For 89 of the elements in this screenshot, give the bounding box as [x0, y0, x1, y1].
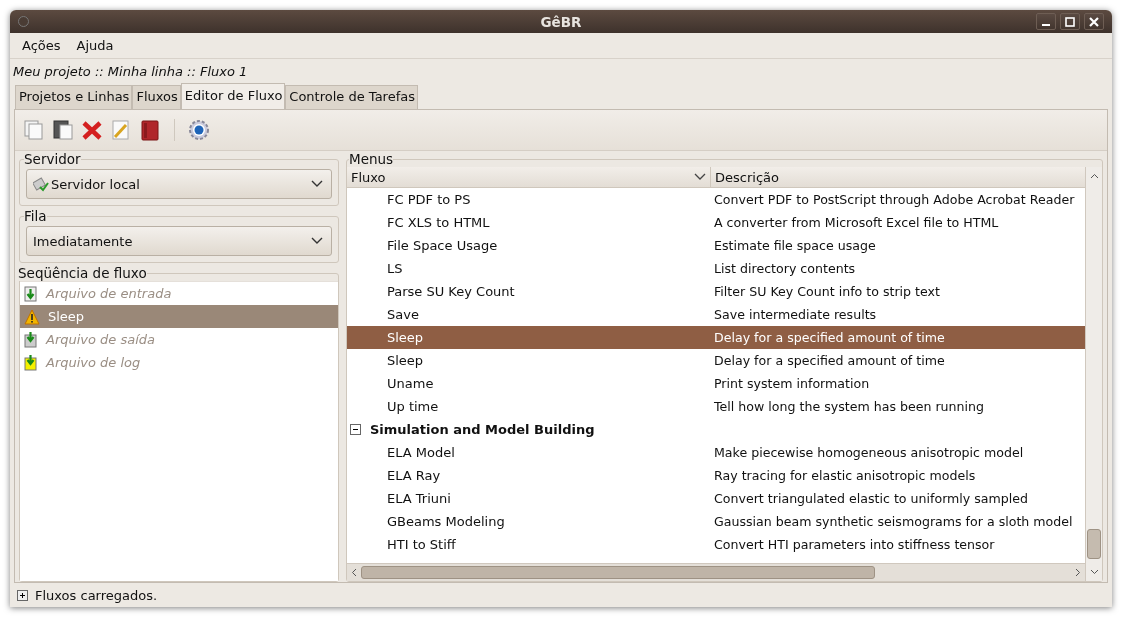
table-cell: Estimate file space usage: [714, 238, 876, 253]
scroll-thumb[interactable]: [1087, 529, 1101, 559]
table-cell[interactable]: HTI to Stiff: [387, 537, 456, 552]
gear-icon[interactable]: [188, 119, 210, 141]
table-cell[interactable]: Sleep: [387, 353, 424, 368]
warning-icon: [24, 308, 40, 325]
table-row[interactable]: LS List directory contents: [347, 257, 1085, 280]
collapse-toggle[interactable]: [350, 424, 361, 435]
table-cell: Gaussian beam synthetic seismograms for a sloth model: [714, 514, 1073, 529]
table-row[interactable]: Simulation and Model Building: [347, 418, 1085, 441]
table-cell[interactable]: ELA Ray: [387, 468, 441, 483]
table-row[interactable]: FC XLS to HTML A converter from Microsoft Excel file to HTML: [347, 211, 1085, 234]
scroll-down-icon[interactable]: [1089, 569, 1099, 575]
column-header[interactable]: Descrição: [711, 167, 783, 187]
table-row[interactable]: FC PDF to PS Convert PDF to PostScript through Adobe Acrobat Reader: [347, 188, 1085, 211]
chevron-down-icon: [311, 237, 323, 245]
group-label: Servidor: [24, 151, 81, 167]
table-cell: Ray tracing for elastic anisotropic models: [714, 468, 976, 483]
table-cell[interactable]: LS: [387, 261, 403, 276]
table-row[interactable]: Sleep Delay for a specified amount of time: [347, 326, 1085, 349]
group-label: Seqüência de fluxo: [18, 265, 147, 281]
tab[interactable]: Editor de Fluxo: [180, 83, 286, 109]
category-name[interactable]: Simulation and Model Building: [370, 422, 595, 437]
table-row[interactable]: Up time Tell how long the system has been running: [347, 395, 1085, 418]
table-row[interactable]: Uname Print system information: [347, 372, 1085, 395]
table-cell[interactable]: FC PDF to PS: [387, 192, 471, 207]
table-cell: Convert PDF to PostScript through Adobe Acrobat Reader: [714, 192, 1075, 207]
table-cell: Save intermediate results: [714, 307, 877, 322]
tab[interactable]: Controle de Tarefas: [285, 85, 418, 109]
column-header[interactable]: Fluxo: [347, 167, 711, 187]
tab[interactable]: Fluxos: [132, 85, 181, 109]
table-row[interactable]: ELA Model Make piecewise homogeneous anisotropic model: [347, 441, 1085, 464]
group-label: Fila: [24, 208, 47, 224]
table-cell: Tell how long the system has been running: [714, 399, 984, 414]
table-cell: Convert HTI parameters into stiffness tensor: [714, 537, 995, 552]
table-cell[interactable]: ELA Triuni: [387, 491, 451, 506]
server-dropdown[interactable]: Servidor local: [26, 169, 332, 199]
group-label: Menus: [349, 151, 394, 167]
file-log-icon: [24, 354, 38, 371]
table-cell: Delay for a specified amount of time: [714, 330, 945, 345]
vertical-scrollbar[interactable]: [1085, 167, 1102, 581]
expand-toggle[interactable]: [17, 589, 28, 601]
table-cell[interactable]: File Space Usage: [387, 238, 498, 253]
table-cell[interactable]: Uname: [387, 376, 434, 391]
close-button[interactable]: [1084, 13, 1104, 30]
table-cell: A converter from Microsoft Excel file to HTML: [714, 215, 999, 230]
table-cell: Delay for a specified amount of time: [714, 353, 945, 368]
minimize-icon: [1042, 24, 1050, 26]
scroll-left-icon[interactable]: [351, 568, 357, 577]
window-title: GêBR: [540, 13, 582, 30]
table-row[interactable]: Sleep Delay for a specified amount of time: [347, 349, 1085, 372]
table-cell: Make piecewise homogeneous anisotropic model: [714, 445, 1024, 460]
status-text: Fluxos carregados.: [35, 587, 158, 603]
table-cell[interactable]: Sleep: [387, 330, 424, 345]
table-cell[interactable]: Parse SU Key Count: [387, 284, 515, 299]
delete-icon[interactable]: [81, 119, 103, 141]
table-cell: Filter SU Key Count info to strip text: [714, 284, 940, 299]
queue-dropdown[interactable]: Imediatamente: [26, 226, 332, 256]
table-cell[interactable]: ELA Model: [387, 445, 455, 460]
menu-item[interactable]: Ações: [22, 38, 61, 53]
paste-icon[interactable]: [52, 119, 74, 141]
sort-icon: [694, 173, 706, 181]
table-row[interactable]: Save Save intermediate results: [347, 303, 1085, 326]
chevron-down-icon: [311, 180, 323, 188]
maximize-button[interactable]: [1060, 13, 1080, 30]
table-row[interactable]: ELA Triuni Convert triangulated elastic to uniformly sampled: [347, 487, 1085, 510]
table-cell[interactable]: FC XLS to HTML: [387, 215, 490, 230]
tab[interactable]: Projetos e Linhas: [15, 85, 133, 109]
close-icon: [1089, 16, 1099, 27]
table-row[interactable]: GBeams Modeling Gaussian beam synthetic seismograms for a sloth model: [347, 510, 1085, 533]
minimize-button[interactable]: [1036, 13, 1056, 30]
table-cell[interactable]: Up time: [387, 399, 439, 414]
table-cell: List directory contents: [714, 261, 856, 276]
file-input-icon: [24, 285, 38, 302]
table-row[interactable]: HTI to Stiff Convert HTI parameters into stiffness tensor: [347, 533, 1085, 556]
table-cell[interactable]: GBeams Modeling: [387, 514, 505, 529]
table-row[interactable]: Parse SU Key Count Filter SU Key Count info to strip text: [347, 280, 1085, 303]
menu-item[interactable]: Ajuda: [76, 38, 114, 53]
table-cell[interactable]: Save: [387, 307, 419, 322]
table-cell: Convert triangulated elastic to uniformly sampled: [714, 491, 1029, 506]
file-output-icon: [24, 331, 38, 348]
table-row[interactable]: File Space Usage Estimate file space usage: [347, 234, 1085, 257]
scroll-up-icon[interactable]: [1089, 173, 1099, 179]
book-icon[interactable]: [139, 119, 161, 141]
horizontal-scrollbar[interactable]: [347, 563, 1085, 581]
table-row[interactable]: ELA Ray Ray tracing for elastic anisotropic models: [347, 464, 1085, 487]
maximize-icon: [1065, 16, 1075, 27]
scroll-right-icon[interactable]: [1075, 568, 1081, 577]
table-cell: Print system information: [714, 376, 870, 391]
